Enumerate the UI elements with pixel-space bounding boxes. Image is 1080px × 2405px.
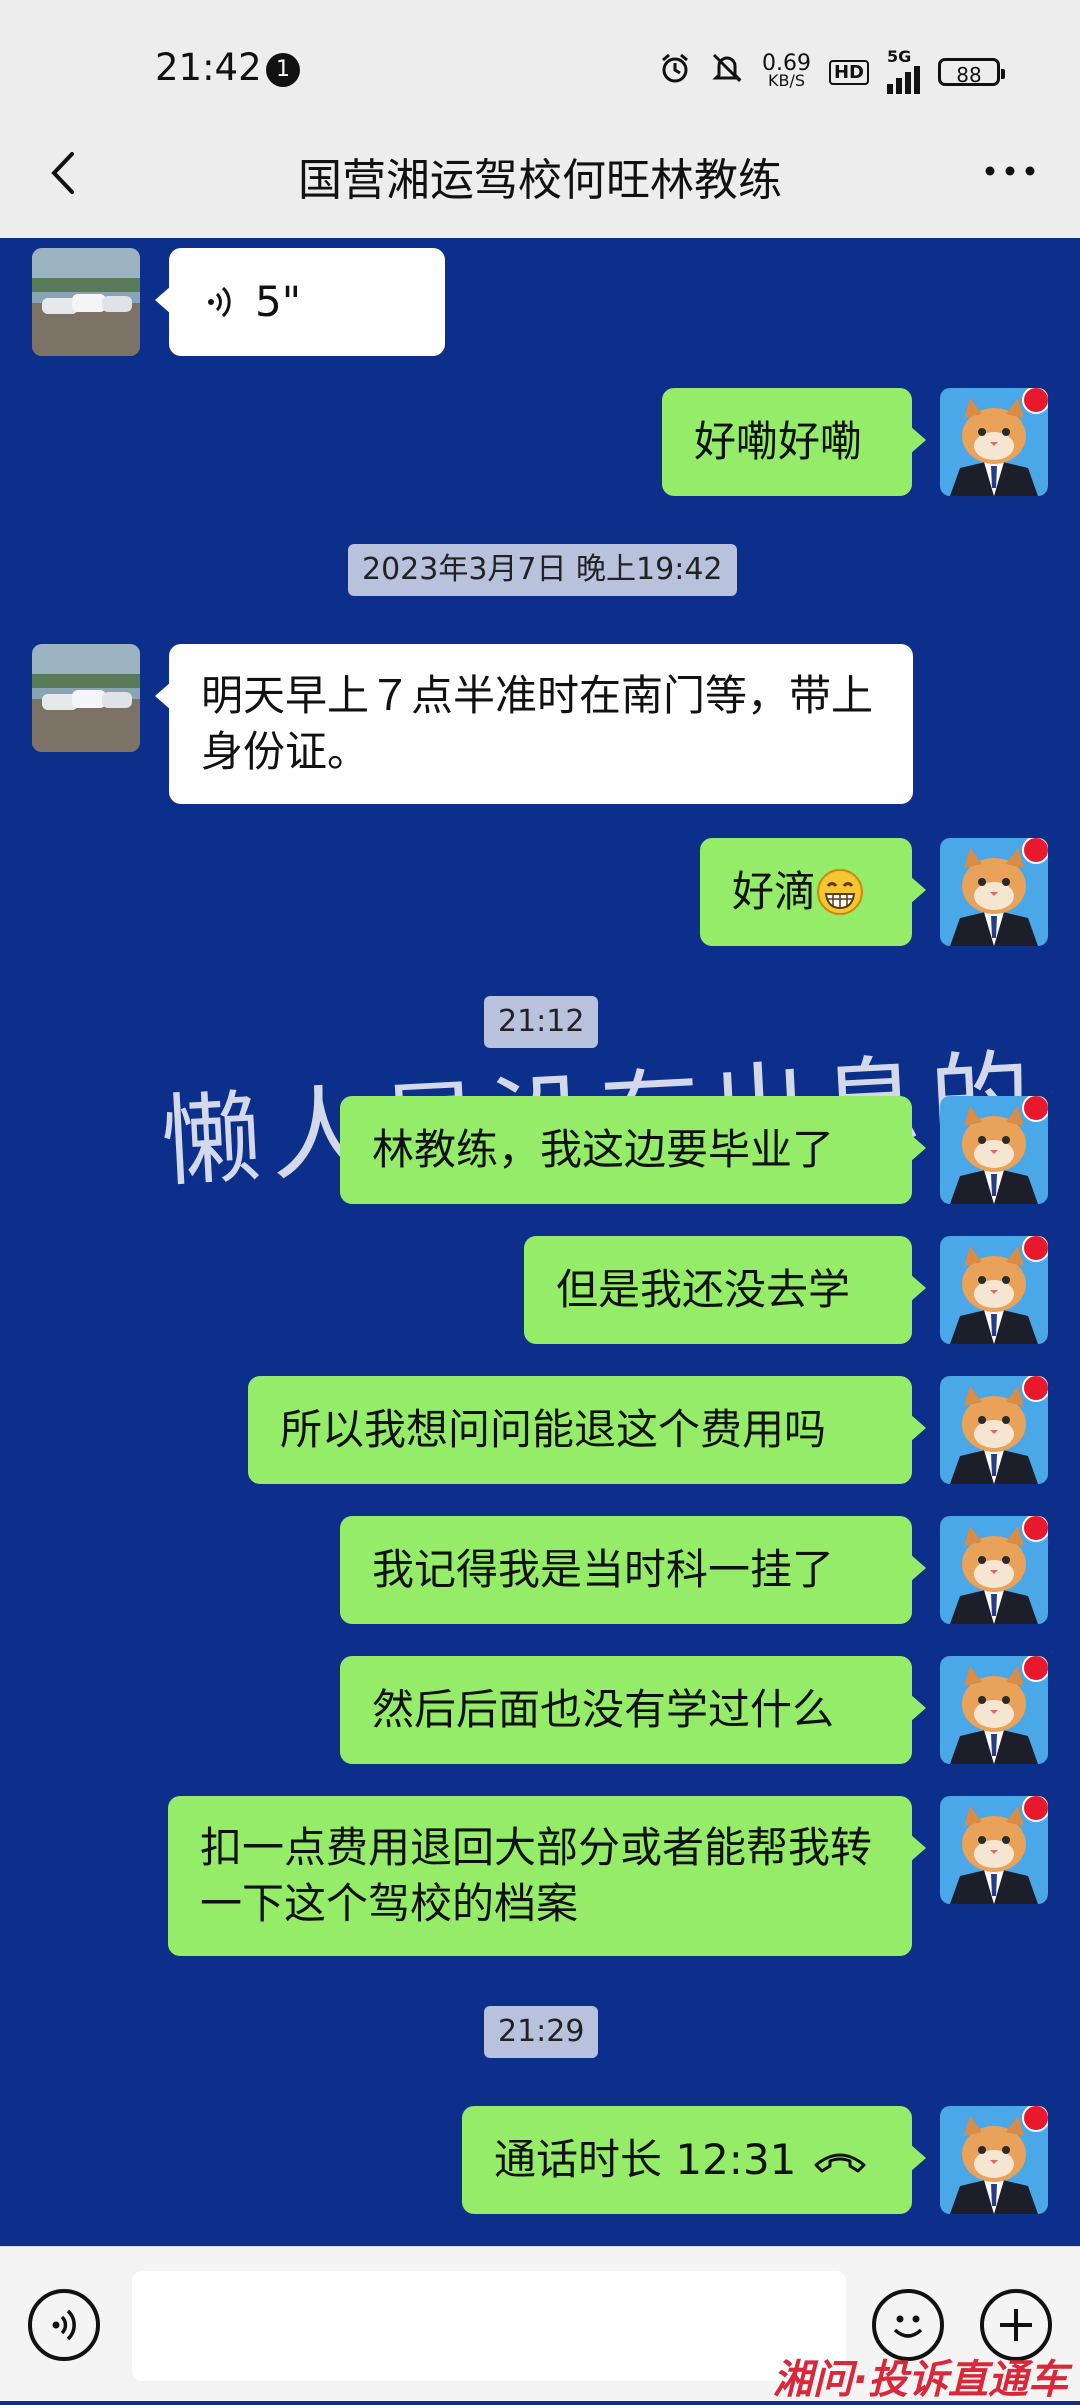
more-icon[interactable] xyxy=(980,156,1040,186)
message-bubble-sent[interactable]: 所以我想问问能退这个费用吗 xyxy=(248,1376,926,1484)
message-text: 但是我还没去学 xyxy=(556,1265,851,1314)
voice-duration: 5" xyxy=(255,277,302,326)
message-text: 好嘞好嘞 xyxy=(694,417,863,466)
my-avatar[interactable] xyxy=(940,1796,1048,1904)
call-duration-text: 通话时长 12:31 xyxy=(494,2135,797,2184)
my-avatar[interactable] xyxy=(940,1096,1048,1204)
hd-badge: HD xyxy=(828,59,869,85)
unread-dot xyxy=(1022,1236,1048,1262)
unread-dot xyxy=(1022,838,1048,864)
status-icons: 0.69 KB/S HD 5G 88 xyxy=(658,47,1005,94)
my-avatar[interactable] xyxy=(940,1376,1048,1484)
site-logo: 湘问·投诉直通车 xyxy=(772,2357,1068,2403)
unread-dot xyxy=(1022,1516,1048,1542)
message-text: 然后后面也没有学过什么 xyxy=(372,1685,835,1734)
message-text: 林教练，我这边要毕业了 xyxy=(372,1125,835,1174)
timestamp: 21:12 xyxy=(484,996,599,1048)
message-text: 扣一点费用退回大部分或者能帮我转一下这个驾校的档案 xyxy=(200,1823,873,1928)
unread-dot xyxy=(1022,1796,1048,1822)
net-speed-unit: KB/S xyxy=(767,71,805,90)
net-speed: 0.69 KB/S xyxy=(762,51,811,90)
voice-message[interactable]: 5" xyxy=(155,248,445,356)
message-text: 所以我想问问能退这个费用吗 xyxy=(280,1405,827,1454)
notification-count-badge: 1 xyxy=(266,53,300,87)
message-text: 明天早上７点半准时在南门等，带上身份证。 xyxy=(201,671,874,776)
message-bubble-sent[interactable]: 好嘞好嘞 xyxy=(662,388,926,496)
signal-bars-icon xyxy=(887,64,920,94)
unread-dot xyxy=(1022,1656,1048,1682)
message-bubble-sent[interactable]: 好滴 xyxy=(700,838,926,946)
unread-dot xyxy=(1022,388,1048,414)
my-avatar[interactable] xyxy=(940,1656,1048,1764)
my-avatar[interactable] xyxy=(940,1236,1048,1344)
voice-wave-icon xyxy=(208,286,231,318)
message-bubble-sent[interactable]: 扣一点费用退回大部分或者能帮我转一下这个驾校的档案 xyxy=(168,1796,926,1956)
message-bubble-sent[interactable]: 但是我还没去学 xyxy=(524,1236,926,1344)
message-bubble-received[interactable]: 明天早上７点半准时在南门等，带上身份证。 xyxy=(155,644,913,804)
alarm-icon xyxy=(658,51,692,93)
unread-dot xyxy=(1022,1376,1048,1402)
grin-emoji-icon xyxy=(817,869,864,915)
phone-hangup-icon xyxy=(814,2153,866,2173)
my-avatar[interactable] xyxy=(940,838,1048,946)
message-bubble-sent[interactable]: 我记得我是当时科一挂了 xyxy=(340,1516,926,1624)
unread-dot xyxy=(1022,2106,1048,2132)
timestamp: 2023年3月7日 晚上19:42 xyxy=(348,544,737,596)
message-bubble-sent[interactable]: 然后后面也没有学过什么 xyxy=(340,1656,926,1764)
message-text: 我记得我是当时科一挂了 xyxy=(372,1545,835,1594)
coach-avatar[interactable] xyxy=(32,248,140,356)
message-bubble-sent[interactable]: 林教练，我这边要毕业了 xyxy=(340,1096,926,1204)
chat-header: 国营湘运驾校何旺林教练 xyxy=(0,110,1080,239)
status-time: 21:42 xyxy=(155,46,262,89)
coach-avatar[interactable] xyxy=(32,644,140,752)
status-bar: 21:42 1 0.69 KB/S HD 5G 88 xyxy=(0,0,1080,110)
my-avatar[interactable] xyxy=(940,1516,1048,1624)
voice-input-icon[interactable] xyxy=(28,2289,100,2361)
network-type: 5G xyxy=(887,47,912,66)
my-avatar[interactable] xyxy=(940,388,1048,496)
call-record-bubble[interactable]: 通话时长 12:31 xyxy=(462,2106,926,2214)
message-text: 好滴 xyxy=(732,867,817,916)
chat-title: 国营湘运驾校何旺林教练 xyxy=(298,155,782,206)
battery-level: 88 xyxy=(956,63,982,87)
my-avatar[interactable] xyxy=(940,2106,1048,2214)
battery-icon: 88 xyxy=(938,58,1005,87)
mute-icon xyxy=(710,51,744,93)
input-bar: 湘问·投诉直通车 xyxy=(0,2246,1080,2403)
net-speed-value: 0.69 xyxy=(762,51,811,76)
unread-dot xyxy=(1022,1096,1048,1122)
timestamp: 21:29 xyxy=(484,2006,599,2058)
message-input[interactable] xyxy=(132,2271,846,2381)
chat-message-list[interactable]: 懒人是没有出息的 5" 好嘞好嘞 2023年3月7日 晚上19:42 明天早上７… xyxy=(0,238,1080,2246)
signal-group: 5G xyxy=(887,47,920,94)
